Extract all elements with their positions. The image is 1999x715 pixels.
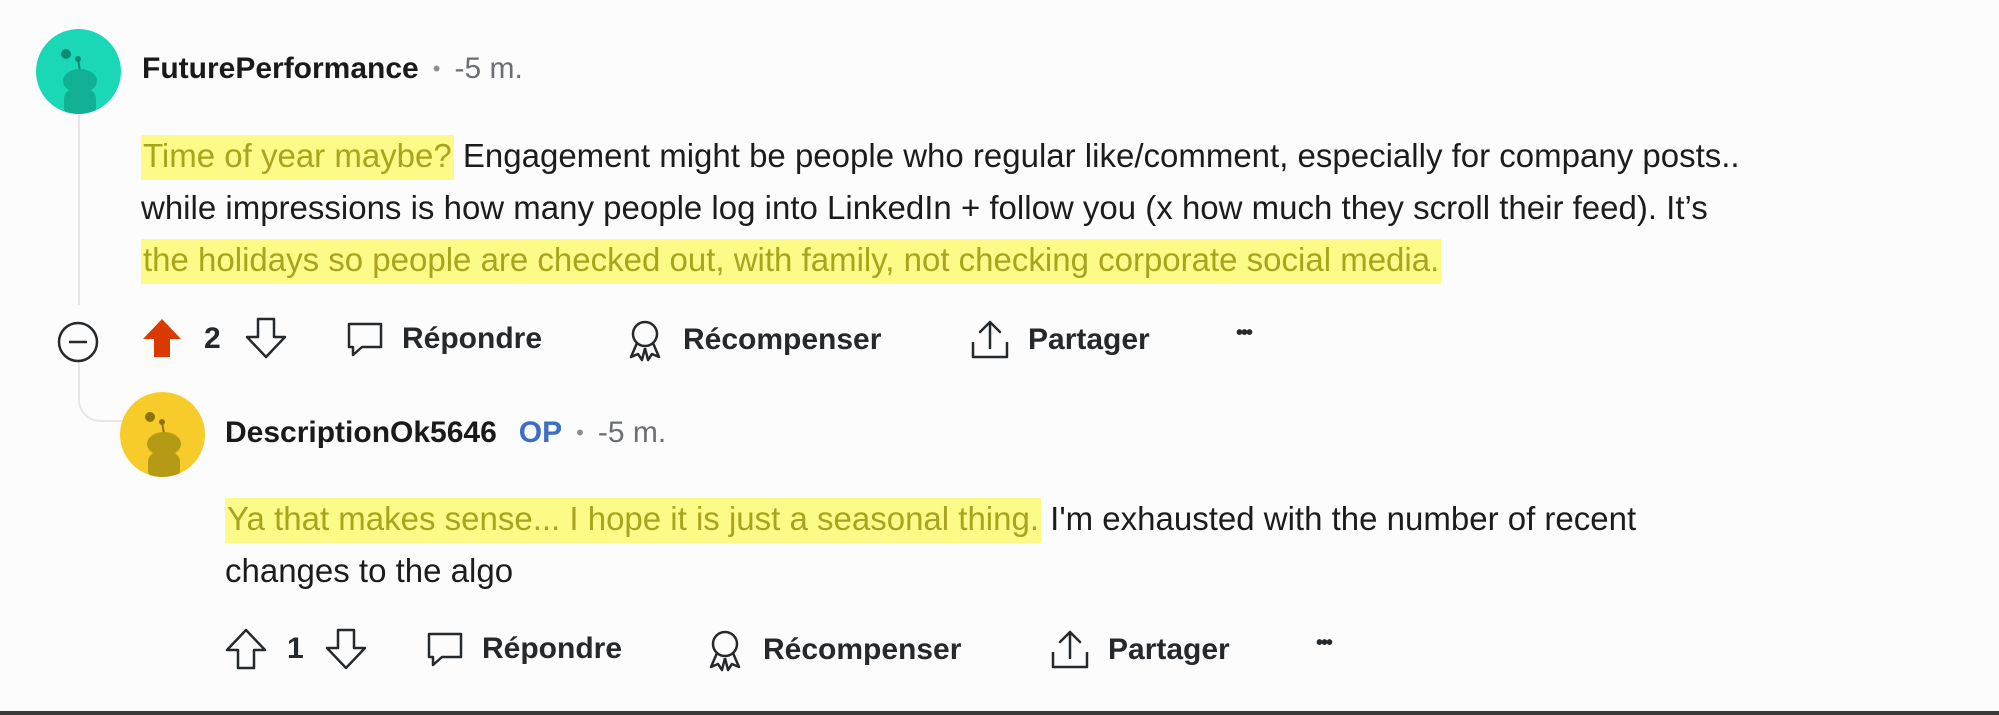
timestamp[interactable]: -5 m. <box>598 416 666 450</box>
collapse-icon <box>57 321 99 363</box>
more-options-button[interactable]: ••• <box>1316 632 1333 655</box>
upvote-icon <box>225 628 267 670</box>
downvote-button[interactable] <box>244 316 288 365</box>
upvote-button[interactable] <box>140 316 184 365</box>
body-text: Engagement might be people who regular l… <box>453 137 1740 174</box>
comment-bubble-icon <box>427 632 463 667</box>
more-icon: ••• <box>1316 632 1333 654</box>
thread-line <box>78 115 80 305</box>
share-icon <box>1051 630 1089 669</box>
body-text: while impressions is how many people log… <box>141 189 1708 226</box>
comment-header: DescriptionOk5646 OP • -5 m. <box>225 416 666 450</box>
award-icon <box>629 320 661 362</box>
comment-bubble-icon <box>347 322 383 357</box>
username[interactable]: FuturePerformance <box>142 52 419 86</box>
highlighted-text: the holidays so people are checked out, … <box>141 239 1442 284</box>
reply-button[interactable]: Répondre <box>424 628 622 670</box>
downvote-icon <box>245 317 287 359</box>
collapse-button[interactable] <box>56 320 100 369</box>
vote-count: 1 <box>287 632 304 665</box>
body-text: changes to the algo <box>225 552 514 589</box>
body-text: I'm exhausted with the number of recent <box>1041 500 1637 537</box>
more-options-button[interactable]: ••• <box>1236 322 1253 345</box>
comment-body-line: the holidays so people are checked out, … <box>141 234 1442 286</box>
separator-dot: • <box>432 56 441 81</box>
award-icon <box>709 630 741 672</box>
snoo-avatar-icon <box>145 412 181 477</box>
award-button[interactable]: Récompenser <box>703 628 961 672</box>
separator-dot: • <box>576 420 584 445</box>
reply-label: Répondre <box>402 322 543 355</box>
comment-body-line: Ya that makes sense... I hope it is just… <box>225 493 1636 545</box>
share-button[interactable]: Partager <box>968 318 1150 362</box>
vote-count: 2 <box>204 322 221 355</box>
award-label: Récompenser <box>683 323 882 356</box>
bottom-border <box>0 711 1999 715</box>
award-button[interactable]: Récompenser <box>623 318 881 362</box>
username[interactable]: DescriptionOk5646 <box>225 416 497 450</box>
snoo-avatar-icon <box>61 49 97 114</box>
comment-body-line: Time of year maybe? Engagement might be … <box>141 130 1740 182</box>
comment-body-line: while impressions is how many people log… <box>141 182 1708 234</box>
comment-body-line: changes to the algo <box>225 545 513 597</box>
upvote-button[interactable] <box>224 627 268 676</box>
comment-header: FuturePerformance • -5 m. <box>142 52 523 86</box>
share-label: Partager <box>1108 633 1230 666</box>
share-button[interactable]: Partager <box>1048 628 1230 672</box>
timestamp[interactable]: -5 m. <box>454 52 522 86</box>
share-icon <box>971 320 1009 359</box>
share-label: Partager <box>1028 323 1150 356</box>
reply-label: Répondre <box>482 632 623 665</box>
upvote-icon <box>143 319 181 357</box>
highlighted-text: Ya that makes sense... I hope it is just… <box>225 498 1042 543</box>
downvote-button[interactable] <box>324 627 368 676</box>
award-label: Récompenser <box>763 633 962 666</box>
more-icon: ••• <box>1236 322 1253 344</box>
avatar[interactable] <box>36 29 121 114</box>
reply-button[interactable]: Répondre <box>344 318 542 360</box>
highlighted-text: Time of year maybe? <box>141 135 454 180</box>
avatar[interactable] <box>120 392 205 477</box>
op-badge: OP <box>518 416 563 449</box>
downvote-icon <box>325 628 367 670</box>
thread-curve <box>78 362 124 422</box>
